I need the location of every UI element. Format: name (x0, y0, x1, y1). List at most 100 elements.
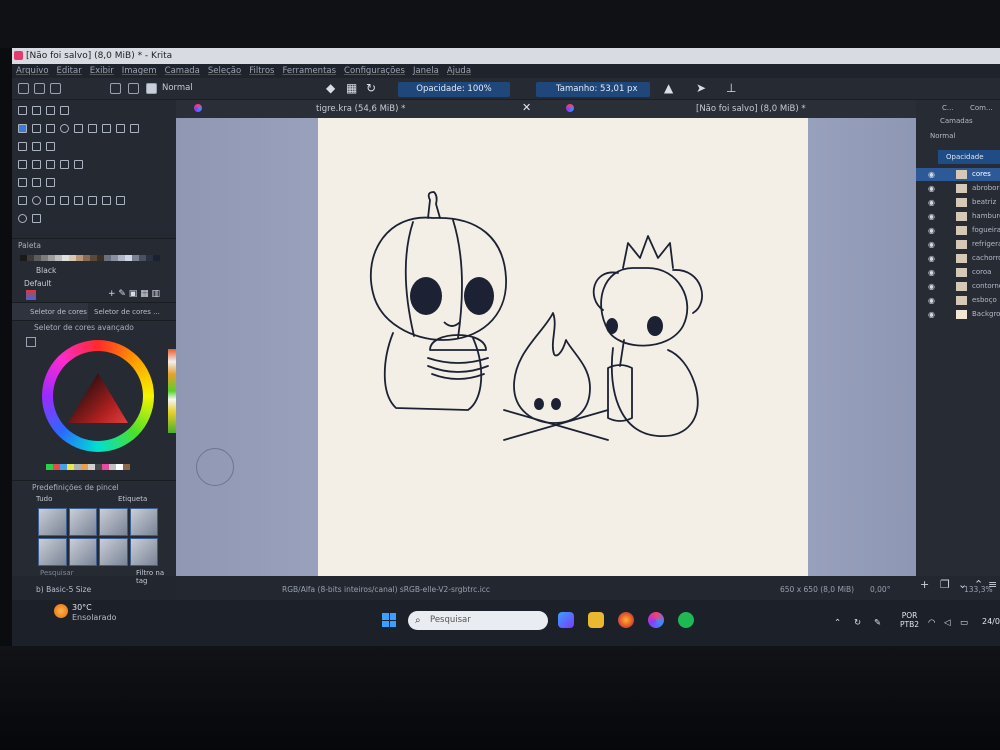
tray-pen-icon[interactable]: ✎ (874, 618, 881, 628)
open-document-icon[interactable] (34, 83, 45, 94)
menu-camada[interactable]: Camada (165, 64, 200, 78)
assistant-tool-icon[interactable] (18, 178, 27, 187)
crop-tool-icon[interactable] (46, 142, 55, 151)
weather-description[interactable]: Ensolarado (72, 613, 116, 622)
eye-icon[interactable]: ◉ (928, 266, 935, 279)
transform-tool-icon[interactable] (18, 142, 27, 151)
calligraphy-tool-icon[interactable] (60, 106, 69, 115)
mirror-vertical-icon[interactable]: ➤ (696, 81, 706, 95)
freehand-select-tool-icon[interactable] (60, 196, 69, 205)
color-wheel[interactable] (42, 340, 154, 452)
menu-imagem[interactable]: Imagem (122, 64, 157, 78)
layer-row[interactable]: ◉ fogueira (916, 224, 1000, 237)
layer-row[interactable]: ◉ esboço (916, 294, 1000, 307)
color-triangle[interactable] (68, 373, 128, 423)
tab-color-selector-2[interactable]: Seletor de cores ... (88, 303, 164, 320)
brush-preset-5[interactable] (38, 538, 67, 566)
palette-actions-icon[interactable]: + ✎ ▣ ▦ ▥ (108, 289, 160, 299)
spotify-icon[interactable] (678, 612, 694, 628)
freehand-brush-tool-icon[interactable] (18, 124, 27, 133)
layer-blend-mode[interactable]: Normal (930, 132, 955, 140)
bezier-tool-icon[interactable] (102, 124, 111, 133)
wifi-icon[interactable]: ◠ (928, 618, 935, 628)
close-tab-icon[interactable]: ✕ (522, 101, 531, 114)
mirror-horizontal-icon[interactable]: ▲ (664, 81, 673, 95)
duplicate-layer-icon[interactable]: ❐ (940, 578, 950, 591)
brush-preset-4[interactable] (129, 508, 158, 536)
select-shapes-tool-icon[interactable] (18, 106, 27, 115)
tray-sync-icon[interactable]: ↻ (854, 618, 861, 628)
layer-row[interactable]: ◉ hamburguer (916, 210, 1000, 223)
eraser-icon[interactable]: ◆ (326, 81, 335, 95)
menu-janela[interactable]: Janela (413, 64, 439, 78)
layer-row[interactable]: ◉ cachorro (916, 252, 1000, 265)
taskbar-search-input[interactable]: ⌕ Pesquisar (408, 611, 548, 630)
firefox-icon[interactable] (618, 612, 634, 628)
rectangle-tool-icon[interactable] (46, 124, 55, 133)
save-document-icon[interactable] (50, 83, 61, 94)
brush-search-input[interactable]: Pesquisar (40, 569, 74, 577)
edit-shapes-tool-icon[interactable] (46, 106, 55, 115)
clock-date[interactable]: 24/0 (982, 617, 1000, 626)
text-tool-icon[interactable] (32, 106, 41, 115)
palette-swatches[interactable] (20, 255, 160, 261)
weather-temperature[interactable]: 30°C (72, 603, 92, 612)
rotation-value[interactable]: 0,00° (870, 585, 890, 594)
battery-icon[interactable]: ▭ (960, 618, 968, 628)
new-document-icon[interactable] (18, 83, 29, 94)
weather-sun-icon[interactable] (54, 604, 68, 618)
opacity-slider[interactable]: Opacidade: 100% (398, 82, 510, 97)
eye-icon[interactable]: ◉ (928, 238, 935, 251)
add-layer-icon[interactable]: + (920, 578, 929, 591)
layer-row[interactable]: ◉ cores (916, 168, 1000, 181)
fill-tool-icon[interactable] (60, 160, 69, 169)
pattern-icon[interactable] (128, 83, 139, 94)
layer-row[interactable]: ◉ beatriz (916, 196, 1000, 209)
layer-menu-icon[interactable]: ≡ (988, 578, 997, 591)
wrap-around-icon[interactable]: ⊥ (726, 81, 736, 95)
eye-icon[interactable]: ◉ (928, 210, 935, 223)
eye-icon[interactable]: ◉ (928, 252, 935, 265)
menu-ajuda[interactable]: Ajuda (447, 64, 471, 78)
line-tool-icon[interactable] (32, 124, 41, 133)
brush-preset-1[interactable] (38, 508, 67, 536)
brush-tag-select[interactable]: Etiqueta (118, 495, 147, 503)
brush-filter-select[interactable]: Tudo (36, 495, 52, 503)
palette-grid-icon[interactable] (26, 290, 36, 300)
brush-preset-6[interactable] (68, 538, 97, 566)
contiguous-select-tool-icon[interactable] (74, 196, 83, 205)
layer-row[interactable]: ◉ contorno (916, 280, 1000, 293)
canvas-area[interactable] (176, 118, 916, 576)
brush-preset-2[interactable] (68, 508, 97, 536)
filter-in-tag-checkbox[interactable]: Filtro na tag (136, 569, 176, 585)
menu-filtros[interactable]: Filtros (249, 64, 274, 78)
tab-color-selector-1[interactable]: Seletor de cores ... (12, 303, 88, 324)
windows-start-icon[interactable] (382, 613, 396, 627)
similar-select-tool-icon[interactable] (88, 196, 97, 205)
tab-tigre[interactable]: tigre.kra (54,6 MiB) * (316, 104, 405, 114)
polyline-tool-icon[interactable] (88, 124, 97, 133)
file-explorer-icon[interactable] (588, 612, 604, 628)
move-tool-icon[interactable] (32, 142, 41, 151)
layer-row[interactable]: ◉ abrobora (916, 182, 1000, 195)
bezier-select-tool-icon[interactable] (102, 196, 111, 205)
measure-tool-icon[interactable] (32, 178, 41, 187)
brush-preset-8[interactable] (129, 538, 158, 566)
menu-selecao[interactable]: Seleção (208, 64, 241, 78)
eye-icon[interactable]: ◉ (928, 168, 935, 181)
alpha-lock-icon[interactable]: ▦ (346, 81, 357, 95)
menu-ferramentas[interactable]: Ferramentas (282, 64, 336, 78)
color-history-strip[interactable] (168, 349, 176, 433)
colorize-mask-tool-icon[interactable] (46, 160, 55, 169)
ellipse-tool-icon[interactable] (60, 124, 69, 133)
blend-mode-select[interactable]: Normal (162, 83, 193, 93)
eye-icon[interactable]: ◉ (928, 224, 935, 237)
tab-channels[interactable]: C... (942, 104, 954, 112)
brush-preset-icon[interactable] (146, 83, 157, 94)
tab-unsaved[interactable]: [Não foi salvo] (8,0 MiB) * (696, 104, 806, 114)
gradient-icon[interactable] (110, 83, 121, 94)
rect-select-tool-icon[interactable] (18, 196, 27, 205)
layer-opacity-slider[interactable]: Opacidade (938, 150, 1000, 164)
recent-colors-row[interactable] (46, 464, 130, 470)
tray-chevron-icon[interactable]: ⌃ (834, 618, 841, 628)
